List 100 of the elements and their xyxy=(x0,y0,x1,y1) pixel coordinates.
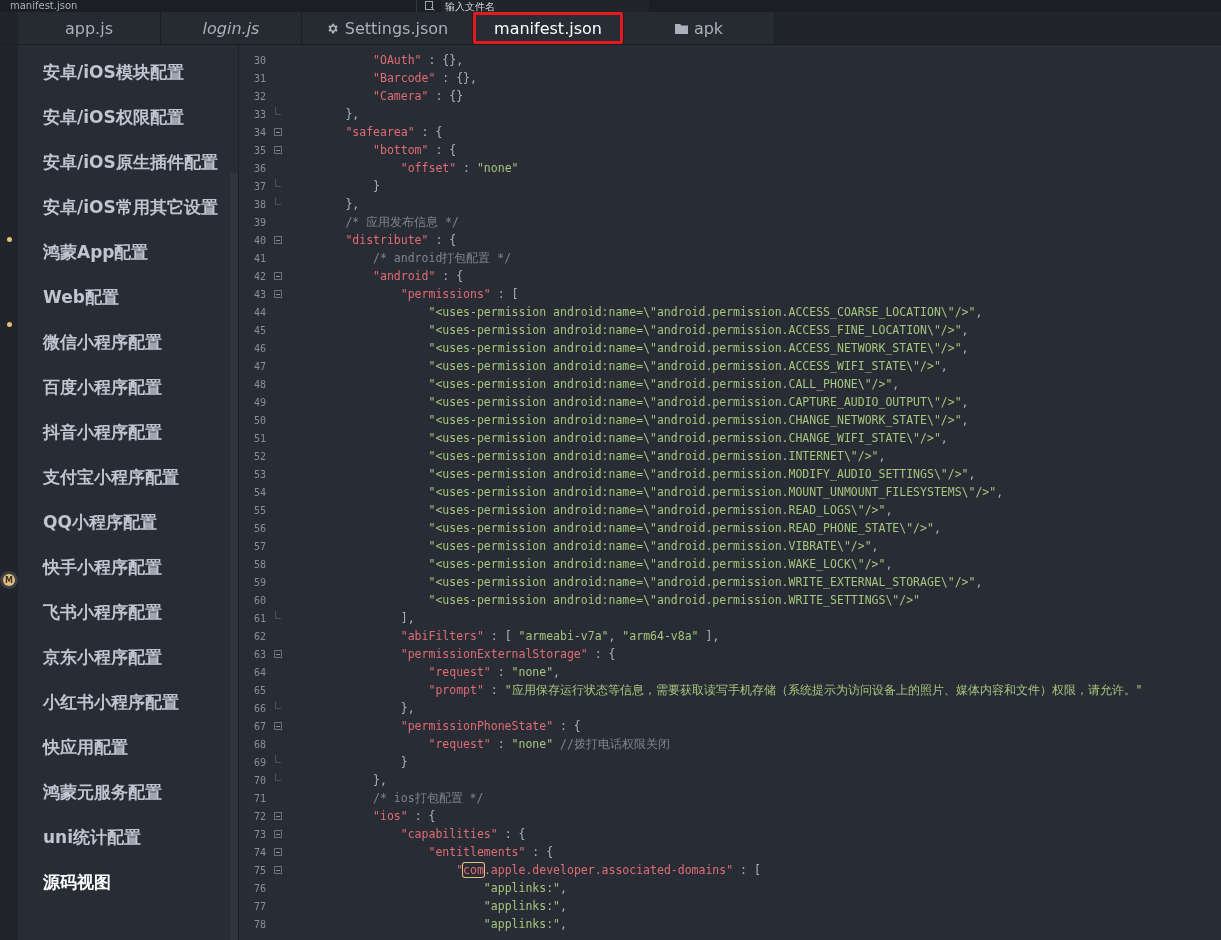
line-number: 73 xyxy=(252,828,266,840)
line-number: 71 xyxy=(252,792,266,804)
file-tab[interactable]: manifest.json xyxy=(473,12,624,44)
fold-toggle-icon[interactable] xyxy=(274,866,282,874)
sidebar-item[interactable]: 飞书小程序配置 xyxy=(18,590,230,635)
file-tab[interactable]: login.js xyxy=(161,12,302,44)
file-title: manifest.json xyxy=(9,0,79,12)
line-number: 72 xyxy=(252,810,266,822)
search-field[interactable]: 输入文件名 xyxy=(441,0,649,12)
sidebar-item[interactable]: 安卓/iOS原生插件配置 xyxy=(18,140,230,185)
fold-toggle-icon[interactable] xyxy=(274,812,282,820)
line-number: 74 xyxy=(252,846,266,858)
code-line: "capabilities" : { xyxy=(400,827,526,841)
sidebar-item[interactable]: 鸿蒙App配置 xyxy=(18,230,230,275)
sidebar-item[interactable]: QQ小程序配置 xyxy=(18,500,230,545)
code-line: "<uses-permission android:name=\"android.permission.MODIFY_AUDIO_SETTINGS\"/>", xyxy=(428,467,976,481)
sidebar-item[interactable]: Web配置 xyxy=(18,275,230,320)
code-line: "<uses-permission android:name=\"android.permission.READ_PHONE_STATE\"/>", xyxy=(428,521,941,535)
line-number: 49 xyxy=(252,396,266,408)
sidebar-item[interactable]: 抖音小程序配置 xyxy=(18,410,230,455)
line-number: 55 xyxy=(252,504,266,516)
code-line: "prompt" : "应用保存运行状态等信息，需要获取读写手机存储（系统提示为访问设备上的照片、媒体内容和文件）权限，请允许。" xyxy=(428,682,1143,698)
fold-toggle-icon[interactable] xyxy=(274,236,282,244)
line-number: 39 xyxy=(252,216,266,228)
fold-toggle-icon[interactable] xyxy=(274,128,282,136)
line-number: 40 xyxy=(252,234,266,246)
code-line: "entitlements" : { xyxy=(428,845,554,859)
line-number: 47 xyxy=(252,360,266,372)
fold-toggle-icon[interactable] xyxy=(274,830,282,838)
code-line: "<uses-permission android:name=\"android.permission.CHANGE_NETWORK_STATE\"/>", xyxy=(428,413,969,427)
fold-toggle-icon[interactable] xyxy=(274,650,282,658)
code-line: "<uses-permission android:name=\"android.permission.CALL_PHONE\"/>", xyxy=(428,377,900,391)
line-number: 44 xyxy=(252,306,266,318)
line-number: 35 xyxy=(252,144,266,156)
code-line: "android" : { xyxy=(373,269,464,283)
code-line: } xyxy=(373,179,380,193)
marker-dot xyxy=(6,237,12,242)
line-number: 76 xyxy=(252,882,266,894)
code-line: }, xyxy=(345,107,360,121)
line-number: 41 xyxy=(252,252,266,264)
line-number: 50 xyxy=(252,414,266,426)
code-line: "<uses-permission android:name=\"android.permission.MOUNT_UNMOUNT_FILESYSTEMS\"/>", xyxy=(428,485,1004,499)
sidebar-item[interactable]: 安卓/iOS常用其它设置 xyxy=(18,185,230,230)
line-number: 31 xyxy=(252,72,266,84)
code-line: "<uses-permission android:name=\"android.permission.WRITE_EXTERNAL_STORAGE\"/>", xyxy=(428,575,983,589)
sidebar-item[interactable]: 小红书小程序配置 xyxy=(18,680,230,725)
code-line: "applinks:", xyxy=(483,917,567,931)
code-line: "<uses-permission android:name=\"android.permission.INTERNET\"/>", xyxy=(428,449,886,463)
code-line: "permissionExternalStorage" : { xyxy=(400,647,616,661)
code-line: "permissionPhoneState" : { xyxy=(400,719,581,733)
code-line: /* ios打包配置 */ xyxy=(373,790,484,806)
fold-end-icon xyxy=(275,197,281,205)
code-line: "abiFilters" : [ "armeabi-v7a", "arm64-v8a" ], xyxy=(400,629,720,643)
fold-toggle-icon[interactable] xyxy=(274,146,282,154)
sidebar-item[interactable]: 京东小程序配置 xyxy=(18,635,230,680)
sidebar-item[interactable]: uni统计配置 xyxy=(18,815,230,860)
sidebar-item[interactable]: 百度小程序配置 xyxy=(18,365,230,410)
line-number: 59 xyxy=(252,576,266,588)
line-number: 66 xyxy=(252,702,266,714)
sidebar-item[interactable]: 快手小程序配置 xyxy=(18,545,230,590)
fold-end-icon xyxy=(275,611,281,619)
file-tab[interactable]: app.js xyxy=(18,12,161,44)
code-line: "<uses-permission android:name=\"android.permission.WAKE_LOCK\"/>", xyxy=(428,557,893,571)
code-line: "<uses-permission android:name=\"android.permission.CAPTURE_AUDIO_OUTPUT\"/>", xyxy=(428,395,969,409)
line-number: 54 xyxy=(252,486,266,498)
code-line: }, xyxy=(373,773,387,787)
code-line: "bottom" : { xyxy=(373,143,457,157)
fold-toggle-icon[interactable] xyxy=(274,272,282,280)
sidebar-item[interactable]: 快应用配置 xyxy=(18,725,230,770)
fold-toggle-icon[interactable] xyxy=(274,848,282,856)
line-number: 53 xyxy=(252,468,266,480)
sidebar-item[interactable]: 安卓/iOS模块配置 xyxy=(18,50,230,95)
fold-end-icon xyxy=(275,755,281,763)
line-number: 33 xyxy=(252,108,266,120)
fold-toggle-icon[interactable] xyxy=(274,722,282,730)
sidebar-item[interactable]: 源码视图 xyxy=(18,860,230,905)
line-number: 30 xyxy=(252,54,266,66)
code-line: "distribute" : { xyxy=(345,233,457,247)
sidebar-item[interactable]: 鸿蒙元服务配置 xyxy=(18,770,230,815)
code-line: "<uses-permission android:name=\"android.permission.WRITE_SETTINGS\"/>" xyxy=(428,593,921,607)
line-number: 43 xyxy=(252,288,266,300)
line-number: 57 xyxy=(252,540,266,552)
line-number: 65 xyxy=(252,684,266,696)
line-number: 61 xyxy=(252,612,266,624)
file-icon xyxy=(425,1,435,11)
file-tab[interactable]: Settings.json xyxy=(302,12,473,44)
line-number: 32 xyxy=(252,90,266,102)
line-number: 67 xyxy=(252,720,266,732)
code-line: }, xyxy=(345,197,360,211)
line-number: 78 xyxy=(252,918,266,930)
fold-toggle-icon[interactable] xyxy=(274,290,282,298)
sidebar-item[interactable]: 安卓/iOS权限配置 xyxy=(18,95,230,140)
code-line: /* 应用发布信息 */ xyxy=(345,214,459,230)
line-number: 58 xyxy=(252,558,266,570)
sidebar-item[interactable]: 支付宝小程序配置 xyxy=(18,455,230,500)
code-line: "<uses-permission android:name=\"android.permission.ACCESS_COARSE_LOCATION\"/>", xyxy=(428,305,983,319)
code-line: "offset" : "none" xyxy=(400,161,519,175)
file-tab[interactable]: apk xyxy=(624,12,775,44)
code-line: "request" : "none", xyxy=(428,665,561,679)
sidebar-item[interactable]: 微信小程序配置 xyxy=(18,320,230,365)
